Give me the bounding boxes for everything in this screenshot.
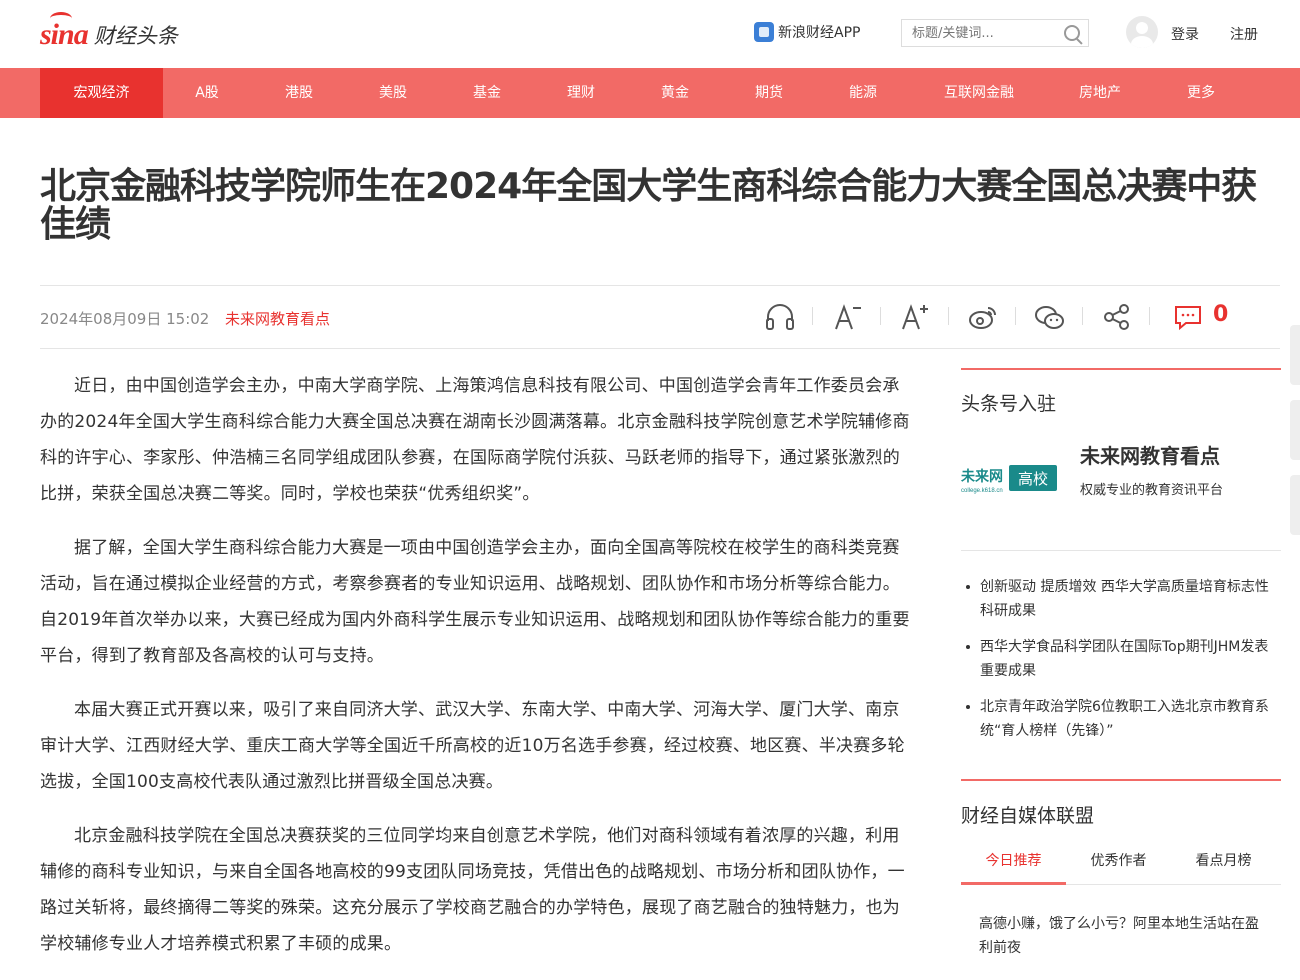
- article-paragraph: 本届大赛正式开赛以来，吸引了来自同济大学、武汉大学、东南大学、中南大学、河海大学…: [40, 700, 905, 792]
- nav-item-internet-finance[interactable]: 互联网金融: [934, 68, 1024, 118]
- media-name[interactable]: 未来网教育看点: [1080, 440, 1220, 469]
- divider: [880, 307, 881, 325]
- divider: [1082, 307, 1083, 325]
- font-decrease-icon[interactable]: [831, 302, 865, 332]
- divider: [961, 550, 1281, 551]
- wechat-icon[interactable]: [1033, 302, 1067, 332]
- article-title: 北京金融科技学院师生在2024年全国大学生商科综合能力大赛全国总决赛中获佳绩: [40, 166, 1257, 245]
- search-input[interactable]: [902, 20, 1062, 46]
- media-logo-text: 未来网: [961, 468, 1003, 484]
- site-name: 财经头条: [93, 24, 178, 48]
- top-header: sina 财经头条 新浪财经APP 登录 注册: [0, 0, 1300, 68]
- app-link-label: 新浪财经APP: [778, 25, 861, 41]
- sidebar-divider: [961, 368, 1281, 370]
- divider: [1149, 307, 1150, 325]
- headphones-icon[interactable]: [763, 302, 797, 332]
- nav-item-us-stocks[interactable]: 美股: [364, 68, 422, 118]
- sina-logo: sina: [40, 12, 89, 52]
- sidebar-section-title: 财经自媒体联盟: [961, 805, 1095, 827]
- divider: [948, 307, 949, 325]
- divider: [40, 348, 1280, 349]
- floating-side-tab[interactable]: [1290, 325, 1300, 385]
- news-item[interactable]: 北京青年政治学院6位教职工入选北京市教育系统“育人榜样（先锋）”: [961, 695, 1281, 743]
- search-icon[interactable]: [1064, 25, 1080, 41]
- tab-top-authors[interactable]: 优秀作者: [1066, 850, 1171, 870]
- nav-item-hk-stocks[interactable]: 港股: [270, 68, 328, 118]
- nav-item-more[interactable]: 更多: [1172, 68, 1230, 118]
- nav-item-energy[interactable]: 能源: [834, 68, 892, 118]
- active-tab-indicator: [961, 882, 1066, 885]
- nav-item-a-shares[interactable]: A股: [178, 68, 236, 118]
- media-description: 权威专业的教育资讯平台: [1080, 483, 1224, 498]
- nav-item-real-estate[interactable]: 房地产: [1066, 68, 1134, 118]
- category-nav: 宏观经济 A股 港股 美股 基金 理财 黄金 期货 能源 互联网金融 房地产 更…: [0, 68, 1300, 118]
- comment-count[interactable]: 0: [1213, 302, 1228, 327]
- share-icon[interactable]: [1100, 302, 1134, 332]
- floating-side-tab[interactable]: [1290, 400, 1300, 460]
- comment-icon[interactable]: [1172, 302, 1206, 332]
- article-paragraph: 近日，由中国创造学会主办，中南大学商学院、上海策鸿信息科技有限公司、中国创造学会…: [40, 376, 910, 504]
- article-paragraph: 北京金融科技学院在全国总决赛获奖的三位同学均来自创意艺术学院，他们对商科领域有着…: [40, 826, 905, 954]
- article-body: 近日，由中国创造学会主办，中南大学商学院、上海策鸿信息科技有限公司、中国创造学会…: [40, 368, 912, 980]
- nav-item-funds[interactable]: 基金: [458, 68, 516, 118]
- publish-date: 2024年08月09日 15:02: [40, 310, 210, 328]
- app-icon: [754, 22, 774, 42]
- article-source-link[interactable]: 未来网教育看点: [225, 308, 330, 329]
- nav-item-gold[interactable]: 黄金: [646, 68, 704, 118]
- nav-item-wealth[interactable]: 理财: [552, 68, 610, 118]
- news-item[interactable]: 创新驱动 提质增效 西华大学高质量培育标志性科研成果: [961, 575, 1281, 623]
- search-box: [901, 19, 1089, 47]
- divider: [812, 307, 813, 325]
- sidebar-section-title: 头条号入驻: [961, 393, 1057, 415]
- site-logo[interactable]: sina 财经头条: [40, 12, 178, 52]
- tab-today-recommend[interactable]: 今日推荐: [961, 850, 1066, 870]
- media-logo[interactable]: 未来网 college.k618.cn 高校: [961, 464, 1059, 494]
- divider: [40, 285, 1280, 286]
- article-paragraph: 据了解，全国大学生商科综合能力大赛是一项由中国创造学会主办，面向全国高等院校在校…: [40, 538, 910, 666]
- sidebar-divider: [961, 779, 1281, 781]
- feed-item[interactable]: 高德小赚，饿了么小亏？阿里本地生活站在盈利前夜: [979, 912, 1269, 960]
- app-download-link[interactable]: 新浪财经APP: [754, 22, 860, 42]
- media-logo-subtext: college.k618.cn: [961, 488, 1003, 494]
- divider: [1015, 307, 1016, 325]
- nav-item-futures[interactable]: 期货: [740, 68, 798, 118]
- news-item[interactable]: 西华大学食品科学团队在国际Top期刊JHM发表重要成果: [961, 635, 1281, 683]
- login-link[interactable]: 登录: [1171, 24, 1199, 44]
- user-avatar-icon[interactable]: [1126, 16, 1158, 48]
- tab-monthly-ranking[interactable]: 看点月榜: [1171, 850, 1276, 870]
- font-increase-icon[interactable]: [899, 302, 933, 332]
- media-logo-badge: 高校: [1018, 470, 1048, 488]
- nav-item-macro[interactable]: 宏观经济: [40, 68, 163, 118]
- weibo-icon[interactable]: [966, 302, 1000, 332]
- sidebar-news-list: 创新驱动 提质增效 西华大学高质量培育标志性科研成果 西华大学食品科学团队在国际…: [961, 575, 1281, 755]
- floating-side-tab[interactable]: [1290, 475, 1300, 535]
- register-link[interactable]: 注册: [1230, 24, 1258, 44]
